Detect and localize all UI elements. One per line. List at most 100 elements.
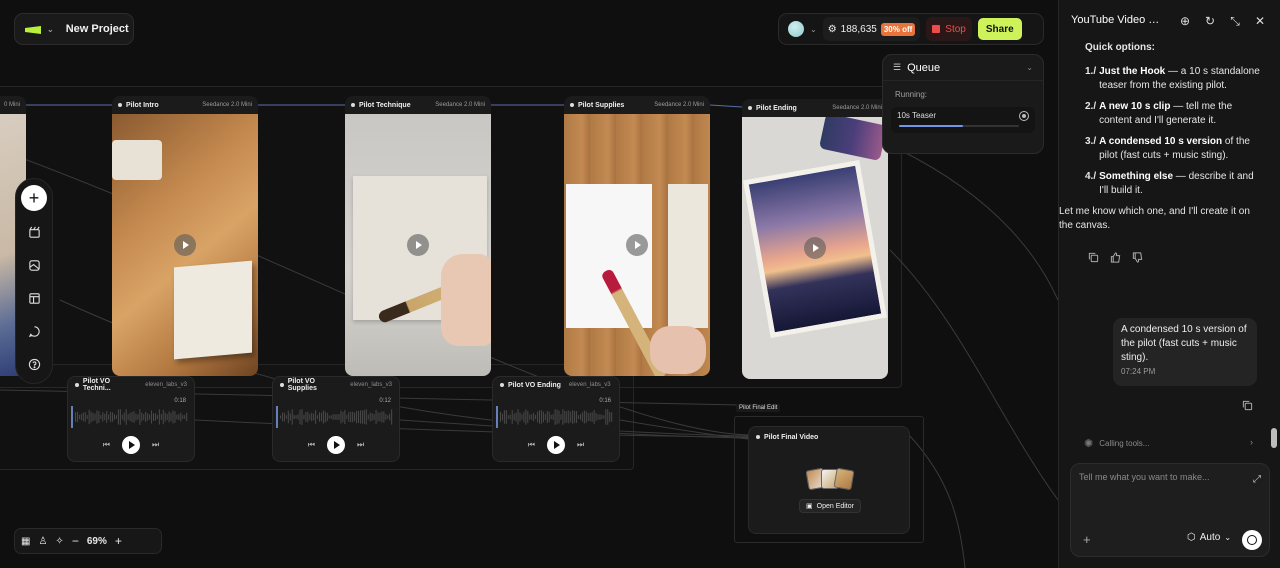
waveform-bar: [572, 410, 574, 424]
option-number: 3./: [1085, 136, 1097, 147]
waveform-bar: [121, 414, 123, 420]
waveform-bar: [94, 413, 96, 421]
attach-button[interactable]: +: [1083, 532, 1091, 547]
chat-scrollbar[interactable]: [1270, 40, 1278, 460]
skip-back-icon[interactable]: ⏮: [308, 440, 315, 450]
target-icon[interactable]: [1019, 111, 1029, 121]
add-node-button[interactable]: +: [21, 185, 47, 211]
chat-icon[interactable]: [22, 319, 46, 343]
project-menu-button[interactable]: ⌄ New Project: [14, 13, 134, 45]
video-node-pilot-ending[interactable]: Pilot Ending Seedance 2.0 Mini: [742, 99, 888, 379]
waveform-bar: [123, 412, 125, 422]
waveform-bar: [166, 413, 168, 421]
open-editor-button[interactable]: ▣ Open Editor: [799, 499, 861, 513]
workflow-canvas[interactable]: 0 Mini Pilot Intro Seedance 2.0 Mini Pilo…: [0, 0, 1058, 568]
waveform-bar: [319, 412, 320, 422]
video-node-pilot-supplies[interactable]: Pilot Supplies Seedance 2.0 Mini: [564, 96, 710, 376]
node-model-label: Seedance 2.0 Mini: [654, 102, 704, 108]
zoom-level: 69%: [86, 535, 107, 547]
media-library-icon[interactable]: [22, 253, 46, 277]
clapperboard-icon[interactable]: [22, 220, 46, 244]
layout-icon[interactable]: [22, 286, 46, 310]
waveform-bar: [324, 411, 326, 423]
video-thumbnail: [742, 117, 888, 379]
waveform-bar: [92, 412, 94, 422]
magic-icon[interactable]: ✧: [55, 536, 63, 547]
skip-back-icon[interactable]: ⏮: [528, 440, 535, 450]
waveform-bar: [503, 410, 505, 424]
play-icon[interactable]: [804, 237, 826, 259]
audio-node-vo-ending[interactable]: Pilot VO Ending eleven_labs_v3 0:16 ⏮ ⏭: [492, 376, 620, 462]
copy-icon[interactable]: [1242, 398, 1253, 416]
node-status-dot: [570, 103, 574, 107]
play-button[interactable]: [547, 436, 565, 454]
chevron-down-icon[interactable]: ⌄: [810, 25, 817, 34]
queue-title: Queue: [907, 61, 941, 74]
final-video-node[interactable]: Pilot Final Video ▣ Open Editor: [748, 426, 910, 534]
thumbs-up-icon[interactable]: [1109, 251, 1121, 263]
option-title: Something else: [1099, 171, 1174, 182]
person-icon[interactable]: ♙: [38, 536, 47, 547]
waveform-bar: [301, 409, 303, 425]
node-model-label: Seedance 2.0 Mini: [435, 102, 485, 108]
copy-icon[interactable]: [1087, 251, 1099, 263]
queue-header[interactable]: ☰ Queue ⌄: [883, 55, 1043, 81]
node-title: Pilot Supplies: [578, 101, 625, 109]
waveform-bar: [540, 410, 542, 424]
audio-waveform[interactable]: [71, 406, 188, 428]
scrollbar-thumb[interactable]: [1271, 428, 1277, 448]
help-icon[interactable]: [22, 352, 46, 376]
close-icon[interactable]: ✕: [1253, 14, 1267, 28]
discount-badge: 30% off: [880, 22, 916, 36]
stop-button[interactable]: Stop: [926, 17, 972, 41]
queue-item-label: 10s Teaser: [897, 111, 936, 120]
mode-selector[interactable]: ⬡ Auto ⌄: [1187, 532, 1231, 543]
waveform-bar: [369, 412, 371, 422]
video-node-pilot-intro[interactable]: Pilot Intro Seedance 2.0 Mini: [112, 96, 258, 376]
waveform-bar: [383, 411, 385, 423]
skip-back-icon[interactable]: ⏮: [103, 440, 110, 450]
stop-label: Stop: [945, 23, 966, 35]
node-model-label: eleven_labs_v3: [350, 382, 392, 388]
skip-forward-icon[interactable]: ⏭: [357, 440, 364, 450]
waveform-bar: [299, 409, 301, 425]
zoom-out-button[interactable]: −: [72, 534, 79, 548]
play-icon[interactable]: [407, 234, 429, 256]
audio-node-vo-technique[interactable]: Pilot VO Techni... eleven_labs_v3 0:18 ⏮ ⏭: [67, 376, 195, 462]
collapse-icon[interactable]: ⤡: [1228, 14, 1242, 28]
waveform-bar: [164, 412, 166, 422]
audio-duration: 0:12: [379, 398, 391, 404]
waveform-bar: [375, 409, 377, 425]
skip-forward-icon[interactable]: ⏭: [577, 440, 584, 450]
waveform-bar: [546, 410, 548, 424]
thumbs-down-icon[interactable]: [1131, 251, 1143, 263]
waveform-bar: [104, 413, 106, 421]
waveform-bar: [556, 409, 558, 425]
credits-display[interactable]: ⚙ 188,635 30% off: [822, 17, 921, 41]
video-node-pilot-technique[interactable]: Pilot Technique Seedance 2.0 Mini: [345, 96, 491, 376]
share-button[interactable]: Share: [977, 18, 1022, 40]
play-icon[interactable]: [626, 234, 648, 256]
history-icon[interactable]: ↻: [1203, 14, 1217, 28]
option-number: 1./: [1085, 66, 1097, 77]
chevron-right-icon[interactable]: ›: [1250, 437, 1253, 447]
waveform-bar: [114, 414, 115, 420]
play-button[interactable]: [327, 436, 345, 454]
audio-waveform[interactable]: [496, 406, 613, 428]
chat-input[interactable]: [1079, 472, 1239, 482]
play-icon[interactable]: [174, 234, 196, 256]
expand-icon[interactable]: ⤢: [1253, 474, 1261, 485]
skip-forward-icon[interactable]: ⏭: [152, 440, 159, 450]
grid-icon[interactable]: ▦: [21, 536, 30, 547]
queue-item[interactable]: 10s Teaser: [891, 107, 1035, 133]
avatar[interactable]: [788, 21, 804, 37]
send-button[interactable]: [1242, 530, 1262, 550]
waveform-bar: [527, 410, 529, 424]
chevron-down-icon[interactable]: ⌄: [1026, 63, 1033, 72]
zoom-in-button[interactable]: +: [115, 534, 122, 548]
new-chat-icon[interactable]: ⊕: [1178, 14, 1192, 28]
audio-waveform[interactable]: [276, 406, 393, 428]
waveform-bar: [511, 410, 513, 424]
audio-node-vo-supplies[interactable]: Pilot VO Supplies eleven_labs_v3 0:12 ⏮ ⏭: [272, 376, 400, 462]
play-button[interactable]: [122, 436, 140, 454]
